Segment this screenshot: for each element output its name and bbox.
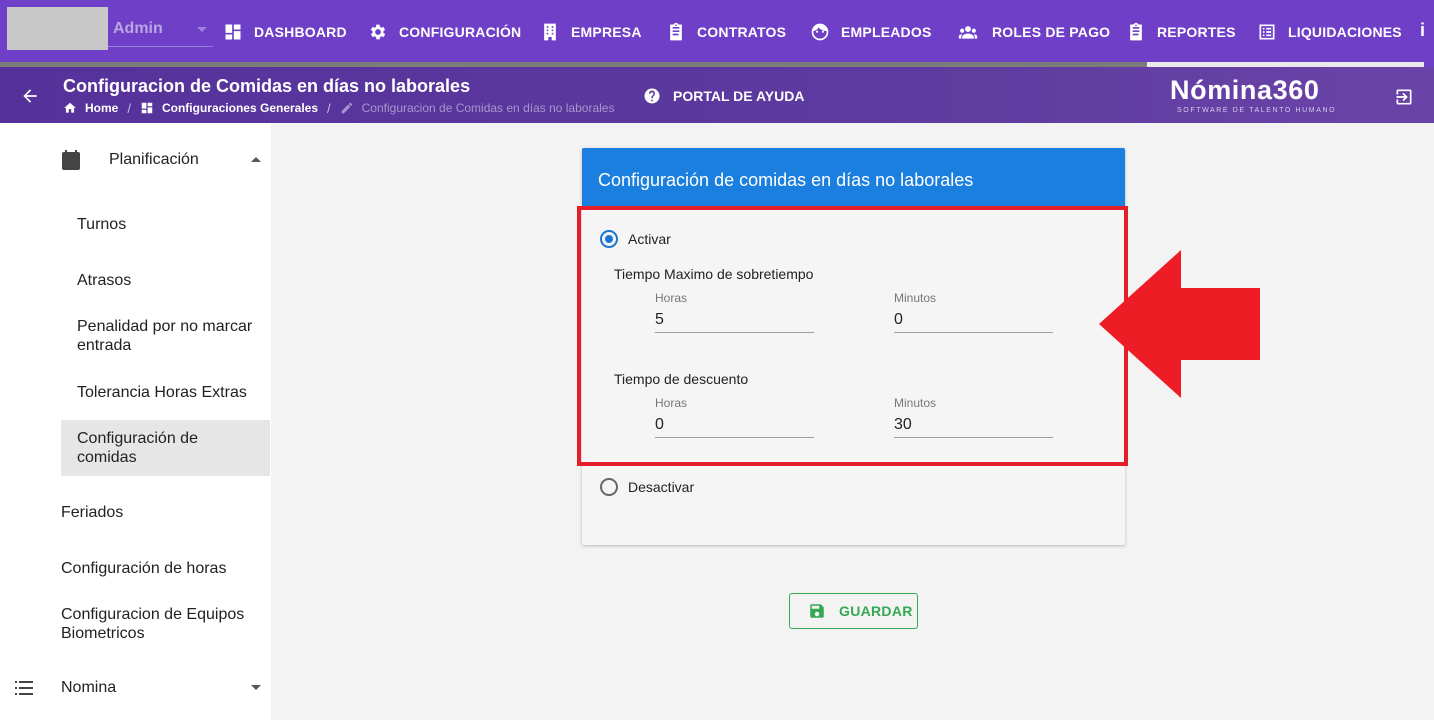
pencil-icon bbox=[341, 102, 352, 114]
highlight-box bbox=[577, 206, 1128, 466]
chevron-down-icon bbox=[251, 685, 261, 690]
nav-reportes[interactable]: REPORTES bbox=[1126, 20, 1236, 44]
floppy-disk-icon bbox=[810, 604, 824, 618]
list-icon bbox=[15, 681, 33, 695]
sidebar-item-penalidad[interactable]: Penalidad por no marcar entrada bbox=[61, 317, 270, 355]
page-title: Configuracion de Comidas en días no labo… bbox=[63, 76, 471, 96]
sidebar-item-turnos[interactable]: Turnos bbox=[61, 215, 270, 234]
nav-liquidaciones[interactable]: LIQUIDACIONES bbox=[1257, 20, 1402, 44]
breadcrumb-home-label: Home bbox=[85, 101, 119, 115]
breadcrumb-config-generales[interactable]: Configuraciones Generales bbox=[140, 101, 318, 115]
nav-roles-de-pago-label: ROLES DE PAGO bbox=[992, 24, 1111, 40]
nav-liquidaciones-label: LIQUIDACIONES bbox=[1288, 24, 1402, 40]
card-title: Configuración de comidas en días no labo… bbox=[598, 170, 974, 190]
radio-desactivar-control[interactable] bbox=[600, 478, 618, 496]
sidebar-item-atrasos[interactable]: Atrasos bbox=[61, 271, 270, 290]
face-icon bbox=[811, 23, 829, 41]
help-circle-icon bbox=[644, 88, 660, 104]
nav-more[interactable]: i bbox=[1420, 20, 1426, 44]
user-select[interactable]: Admin bbox=[108, 8, 213, 47]
sidebar-section-nomina-label: Nomina bbox=[61, 679, 117, 696]
sidebar-section-planificacion-label: Planificación bbox=[109, 151, 199, 168]
brand-tagline: SOFTWARE DE TALENTO HUMANO bbox=[1177, 107, 1337, 114]
nav-empleados[interactable]: EMPLEADOS bbox=[810, 20, 931, 44]
nav-empleados-label: EMPLEADOS bbox=[841, 24, 932, 40]
dashboard-icon bbox=[225, 24, 241, 40]
sidebar-item-feriados[interactable]: Feriados bbox=[61, 503, 270, 522]
nav-contratos[interactable]: CONTRATOS bbox=[666, 20, 786, 44]
brand-name: Nómina360 bbox=[1170, 75, 1320, 105]
calendar-icon bbox=[62, 150, 80, 170]
nav-configuracion-label: CONFIGURACIÓN bbox=[399, 24, 522, 40]
page-header: Configuracion de Comidas en días no labo… bbox=[0, 67, 1434, 123]
sidebar: Planificación Turnos Atrasos Penalidad p… bbox=[0, 123, 271, 720]
radio-desactivar-label: Desactivar bbox=[628, 479, 695, 495]
clipboard-icon bbox=[670, 22, 682, 41]
avatar[interactable] bbox=[7, 7, 108, 50]
back-arrow-icon[interactable] bbox=[20, 86, 40, 106]
breadcrumb-config-generales-label: Configuraciones Generales bbox=[161, 101, 319, 115]
breadcrumb-current: Configuracion de Comidas en días no labo… bbox=[340, 101, 615, 115]
nav-reportes-label: REPORTES bbox=[1157, 24, 1236, 40]
logout-icon[interactable] bbox=[1394, 87, 1414, 107]
radio-desactivar[interactable]: Desactivar bbox=[600, 477, 694, 497]
top-navbar: Admin DASHBOARD CONFIGURACIÓN EMPRESA CO… bbox=[0, 0, 1434, 64]
save-button[interactable]: GUARDAR bbox=[789, 593, 918, 629]
nav-contratos-label: CONTRATOS bbox=[697, 24, 787, 40]
nav-configuracion[interactable]: CONFIGURACIÓN bbox=[368, 20, 521, 44]
clipboard-list-icon bbox=[1130, 22, 1142, 41]
nav-roles-de-pago[interactable]: ROLES DE PAGO bbox=[955, 20, 1110, 44]
breadcrumb-home[interactable]: Home bbox=[63, 101, 118, 115]
sidebar-section-nomina[interactable]: Nomina bbox=[0, 668, 271, 708]
people-icon bbox=[958, 26, 978, 39]
breadcrumb: Home / Configuraciones Generales / Confi… bbox=[63, 100, 614, 116]
sidebar-item-equipos-biometricos[interactable]: Configuracion de Equipos Biometricos bbox=[61, 605, 270, 643]
breadcrumb-separator: / bbox=[127, 100, 131, 116]
save-button-label: GUARDAR bbox=[839, 603, 913, 619]
help-portal-link[interactable]: PORTAL DE AYUDA bbox=[643, 87, 804, 105]
gear-icon bbox=[370, 24, 386, 40]
dashboard-icon bbox=[141, 102, 153, 114]
sidebar-item-tolerancia[interactable]: Tolerancia Horas Extras bbox=[61, 383, 270, 402]
list-box-icon bbox=[1259, 24, 1275, 40]
nav-dashboard[interactable]: DASHBOARD bbox=[223, 20, 347, 44]
red-arrow-annotation bbox=[1099, 250, 1260, 398]
building-icon bbox=[544, 23, 556, 41]
sidebar-item-configuracion-horas[interactable]: Configuración de horas bbox=[61, 559, 270, 578]
sidebar-section-planificacion[interactable]: Planificación bbox=[0, 140, 271, 180]
nav-empresa-label: EMPRESA bbox=[571, 24, 642, 40]
help-portal-label: PORTAL DE AYUDA bbox=[673, 88, 805, 104]
user-select-value: Admin bbox=[113, 20, 163, 37]
breadcrumb-separator: / bbox=[327, 100, 331, 116]
chevron-up-icon bbox=[251, 157, 261, 162]
home-icon bbox=[64, 102, 76, 113]
brand-logo: Nómina360 SOFTWARE DE TALENTO HUMANO bbox=[1170, 75, 1354, 117]
sidebar-item-configuracion-comidas[interactable]: Configuración de comidas bbox=[61, 420, 270, 476]
card-header: Configuración de comidas en días no labo… bbox=[582, 148, 1125, 208]
nav-dashboard-label: DASHBOARD bbox=[254, 24, 347, 40]
chevron-down-icon bbox=[197, 27, 207, 32]
breadcrumb-current-label: Configuracion de Comidas en días no labo… bbox=[361, 101, 615, 115]
nav-empresa[interactable]: EMPRESA bbox=[540, 20, 642, 44]
